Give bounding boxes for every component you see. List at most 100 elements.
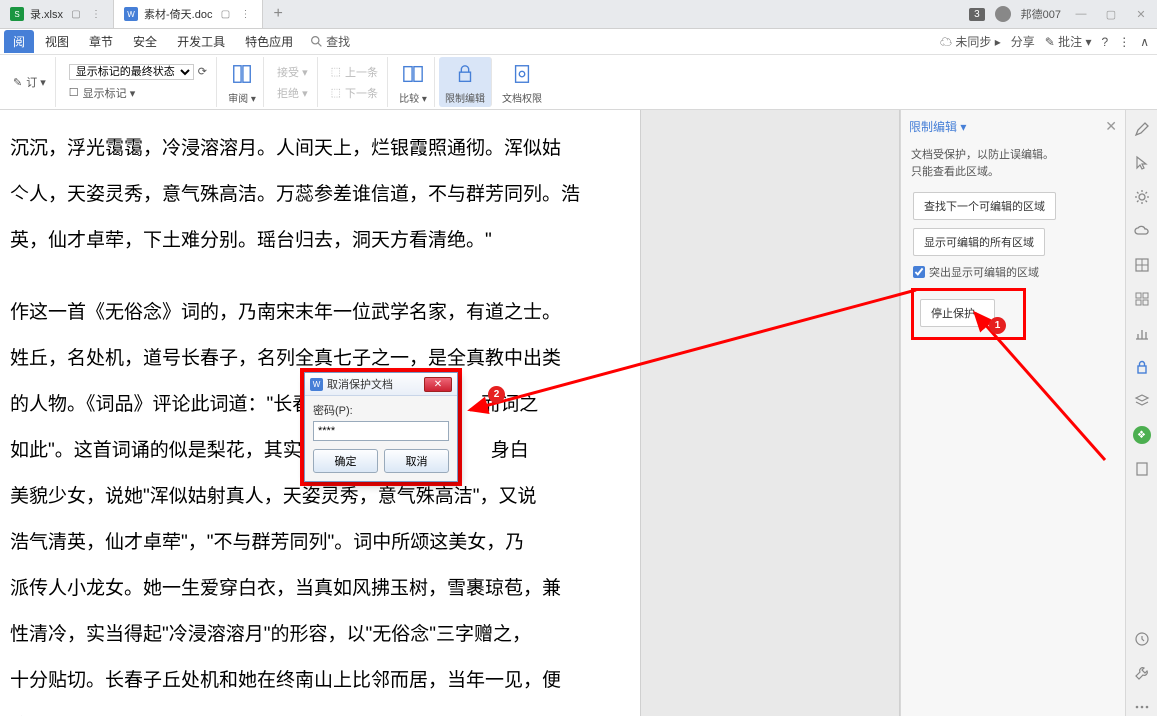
cloud-icon[interactable] [1133, 222, 1151, 240]
stop-protect-button[interactable]: 停止保护... [920, 299, 995, 327]
doc-line: 十分贴切。长春子丘处机和她在终南山上比邻而居，当年一见，便 [10, 662, 630, 700]
review-pane-icon[interactable] [227, 60, 257, 88]
menu-search-label: 查找 [326, 33, 350, 50]
panel-title: 限制编辑 ▾ [909, 118, 966, 135]
help-icon[interactable]: ? [1102, 35, 1109, 49]
reject-button[interactable]: 拒绝 ▾ [273, 84, 312, 102]
chart-icon[interactable] [1133, 324, 1151, 342]
tab-xlsx[interactable]: S 录.xlsx ▢ ⋮ [0, 0, 114, 28]
tab-dup-icon[interactable]: ▢ [218, 7, 232, 21]
doc-line: 作这一首《无俗念》词的，乃南宋末年一位武学名家，有道之士。 [10, 294, 630, 332]
revise-button[interactable]: ✎订 ▾ [9, 73, 50, 91]
ribbon: ✎订 ▾ 显示标记的最终状态 ⟳ ☐ 显示标记 ▾ 审阅 ▾ 接受 ▾ 拒绝 ▾… [0, 55, 1157, 110]
compare-icon[interactable] [398, 60, 428, 88]
password-label: 密码(P): [313, 402, 449, 418]
dialog-titlebar[interactable]: W 取消保护文档 ✕ [305, 373, 457, 396]
menu-bar: 阅 视图 章节 安全 开发工具 特色应用 查找 ☁ 未同步 ▸ 分享 ✎ 批注 … [0, 29, 1157, 55]
doc-line: 性清冷，实当得起"冷浸溶溶月"的形容，以"无俗念"三字赠之， [10, 616, 630, 654]
maximize-icon[interactable]: ▢ [1101, 6, 1121, 22]
accept-button[interactable]: 接受 ▾ [273, 63, 312, 81]
green-badge-icon[interactable]: ❖ [1133, 426, 1151, 444]
next-change-button[interactable]: ⬚ 下一条 [327, 84, 382, 102]
close-icon[interactable]: ✕ [1131, 6, 1151, 22]
main-area: 沉沉，浮光霭霭，冷浸溶溶月。人间天上，烂银霞照通彻。浑似姑 亽人，天姿灵秀，意气… [0, 110, 1157, 716]
annotation-callout-1: 1 [989, 317, 1006, 334]
ribbon-group-accept-reject: 接受 ▾ 拒绝 ▾ [268, 57, 318, 107]
find-next-editable-button[interactable]: 查找下一个可编辑的区域 [913, 192, 1056, 220]
compare-label[interactable]: 比较 ▾ [399, 90, 427, 105]
dialog-title-text: 取消保护文档 [327, 376, 393, 392]
apps-icon[interactable] [1133, 290, 1151, 308]
dialog-highlight-box: W 取消保护文档 ✕ 密码(P): 确定 取消 [300, 368, 462, 486]
layers-icon[interactable] [1133, 392, 1151, 410]
doc-line: 这首词来。 [10, 708, 630, 716]
tool-icon[interactable] [1133, 664, 1151, 682]
prev-change-button[interactable]: ⬚ 上一条 [327, 63, 382, 81]
password-dialog-wrapper: W 取消保护文档 ✕ 密码(P): 确定 取消 [300, 368, 462, 486]
menu-devtools[interactable]: 开发工具 [168, 30, 234, 53]
menu-view[interactable]: 视图 [36, 30, 78, 53]
ribbon-group-review: 审阅 ▾ [221, 57, 264, 107]
ribbon-group-nav: ⬚ 上一条 ⬚ 下一条 [322, 57, 388, 107]
page-icon[interactable] [1133, 460, 1151, 478]
grid-icon[interactable] [1133, 256, 1151, 274]
tab-xlsx-label: 录.xlsx [30, 6, 63, 22]
unprotect-dialog: W 取消保护文档 ✕ 密码(P): 确定 取消 [304, 372, 458, 482]
menu-review[interactable]: 阅 [4, 30, 34, 53]
dialog-body: 密码(P): 确定 取消 [305, 396, 457, 481]
tab-close-icon[interactable]: ⋮ [238, 7, 252, 21]
xlsx-icon: S [10, 7, 24, 21]
tab-bar-right: 3 邦德007 — ▢ ✕ [969, 6, 1151, 22]
doc-perm-icon[interactable] [507, 60, 537, 88]
share-button[interactable]: 分享 [1011, 33, 1035, 50]
tab-dup-icon[interactable]: ▢ [69, 7, 83, 21]
gray-gutter [640, 110, 900, 716]
menu-right: ☁ 未同步 ▸ 分享 ✎ 批注 ▾ ? ⋮ ∧ [940, 33, 1149, 50]
right-icon-strip: ❖ [1125, 110, 1157, 716]
doc-line: 派传人小龙女。她一生爱穿白衣，当真如风拂玉树，雪裹琼苞，兼 [10, 570, 630, 608]
panel-close-icon[interactable]: ✕ [1105, 118, 1117, 135]
avatar[interactable] [995, 6, 1011, 22]
user-label: 邦德007 [1021, 6, 1061, 22]
comment-button[interactable]: ✎ 批注 ▾ [1045, 33, 1092, 50]
doc-perm-label[interactable]: 文档权限 [502, 90, 542, 105]
minimize-icon[interactable]: — [1071, 6, 1091, 22]
tab-doc[interactable]: W 素材-倚天.doc ▢ ⋮ [114, 0, 263, 28]
restrict-edit-icon [450, 60, 480, 88]
restrict-edit-label: 限制编辑 [445, 90, 485, 105]
ok-button[interactable]: 确定 [313, 449, 378, 473]
menu-special[interactable]: 特色应用 [236, 30, 302, 53]
sync-button[interactable]: ☁ 未同步 ▸ [940, 33, 1001, 50]
show-markup-button[interactable]: ☐ 显示标记 ▾ [65, 84, 211, 102]
menu-safety[interactable]: 安全 [124, 30, 166, 53]
dialog-close-button[interactable]: ✕ [424, 377, 452, 392]
ribbon-group-restrict[interactable]: 限制编辑 [439, 57, 492, 107]
highlight-checkbox-input[interactable] [913, 266, 925, 278]
markup-state-select[interactable]: 显示标记的最终状态 ⟳ [65, 63, 211, 81]
clock-icon[interactable] [1133, 630, 1151, 648]
tab-close-icon[interactable]: ⋮ [89, 7, 103, 21]
password-input[interactable] [313, 421, 449, 441]
highlight-editable-checkbox[interactable]: 突出显示可编辑的区域 [909, 264, 1117, 280]
review-button-label[interactable]: 审阅 ▾ [228, 90, 256, 105]
annotation-callout-2: 2 [488, 386, 505, 403]
cursor-icon[interactable] [1133, 154, 1151, 172]
more-dots-icon[interactable] [1133, 698, 1151, 716]
ribbon-group-markup: 显示标记的最终状态 ⟳ ☐ 显示标记 ▾ [60, 57, 217, 107]
more-icon[interactable]: ⋮ [1118, 35, 1130, 49]
doc-icon: W [124, 7, 138, 21]
cancel-button[interactable]: 取消 [384, 449, 449, 473]
menu-chapter[interactable]: 章节 [80, 30, 122, 53]
collapse-ribbon-icon[interactable]: ∧ [1140, 35, 1149, 49]
show-all-editable-button[interactable]: 显示可编辑的所有区域 [913, 228, 1045, 256]
pencil-icon[interactable] [1133, 120, 1151, 138]
menu-search[interactable]: 查找 [310, 33, 350, 50]
notification-badge[interactable]: 3 [969, 8, 985, 21]
new-tab-button[interactable]: + [263, 5, 292, 23]
ribbon-group-perm: 文档权限 [496, 57, 548, 107]
panel-note: 文档受保护，以防止误编辑。 只能查看此区域。 [909, 143, 1117, 184]
ribbon-group-compare: 比较 ▾ [392, 57, 435, 107]
gear-icon[interactable] [1133, 188, 1151, 206]
doc-line: 英，仙才卓荦，下土难分别。瑶台归去，洞天方看清绝。" [10, 222, 630, 260]
lock-icon[interactable] [1133, 358, 1151, 376]
